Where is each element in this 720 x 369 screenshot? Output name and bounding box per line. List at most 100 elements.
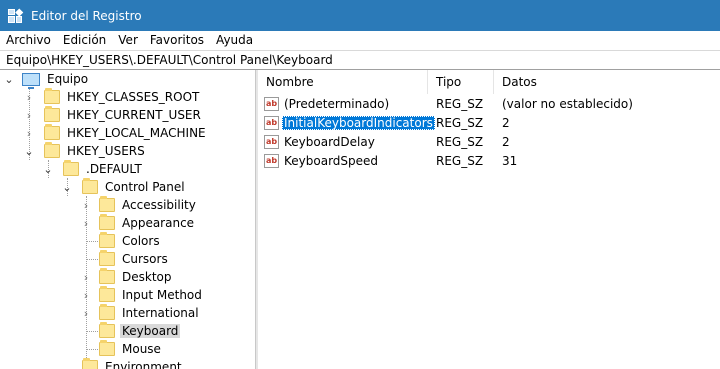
string-value-icon: ab [264,96,279,111]
tree-node-cursors[interactable]: Cursors [79,250,170,268]
value-type: REG_SZ [436,96,484,111]
tree-label: Environment [105,360,182,369]
tree-label: International [122,306,199,320]
tree-node-default[interactable]: ⌄ .DEFAULT [41,160,144,178]
menu-favoritos[interactable]: Favoritos [144,32,210,49]
menu-ayuda[interactable]: Ayuda [210,32,259,49]
tree-label: Colors [122,234,160,248]
column-header-label: Nombre [266,75,314,89]
value-name: KeyboardSpeed [284,153,379,168]
chevron-down-icon[interactable]: ⌄ [62,178,72,196]
folder-icon [82,358,98,369]
tree-label: HKEY_LOCAL_MACHINE [67,126,206,140]
tree-node-desktop[interactable]: › Desktop [79,268,174,286]
tree-label: Appearance [122,216,195,230]
tree-node-hkey-local-machine[interactable]: › HKEY_LOCAL_MACHINE [22,124,208,142]
tree-label: Desktop [122,270,172,284]
column-header-type[interactable]: Tipo [428,70,494,94]
column-header-name[interactable]: Nombre [258,70,428,94]
tree-node-equipo[interactable]: ⌄ Equipo [0,70,90,89]
folder-icon [99,214,115,230]
value-name: KeyboardDelay [284,134,375,149]
tree-node-hkey-users[interactable]: ⌄ HKEY_USERS [22,142,147,160]
value-data: 31 [502,153,518,168]
value-data: (valor no establecido) [502,96,633,111]
tree-label: HKEY_CURRENT_USER [67,108,201,122]
chevron-down-icon[interactable]: ⌄ [24,142,34,160]
folder-icon [44,124,60,140]
tree-label: Equipo [47,72,89,86]
value-name: (Predeterminado) [284,96,390,111]
column-header-label: Tipo [436,75,462,89]
chevron-right-icon[interactable]: › [81,196,91,214]
value-type: REG_SZ [436,134,484,149]
tree-node-control-panel[interactable]: ⌄ Control Panel [60,178,187,196]
folder-icon [99,196,115,212]
value-row[interactable]: ab (Predeterminado) REG_SZ (valor no est… [258,94,720,113]
title-bar: Editor del Registro [0,0,720,31]
folder-icon [99,268,115,284]
chevron-right-icon[interactable]: › [24,88,34,106]
tree-label: .DEFAULT [86,162,142,176]
tree-node-international[interactable]: › International [79,304,201,322]
tree-node-hkey-classes-root[interactable]: › HKEY_CLASSES_ROOT [22,88,201,106]
address-bar[interactable]: Equipo\HKEY_USERS\.DEFAULT\Control Panel… [0,50,720,70]
chevron-down-icon[interactable]: ⌄ [4,70,14,88]
chevron-right-icon[interactable]: › [24,106,34,124]
value-data: 2 [502,115,510,130]
tree-node-mouse[interactable]: Mouse [79,340,163,358]
tree-label: Input Method [122,288,202,302]
registry-editor-icon [8,8,23,23]
value-row-selected[interactable]: ab InitialKeyboardIndicators REG_SZ 2 [258,113,720,132]
string-value-icon: ab [264,134,279,149]
folder-icon [44,106,60,122]
value-data: 2 [502,134,510,149]
folder-icon [99,232,115,248]
string-value-icon: ab [264,115,279,130]
folder-icon [82,178,98,194]
folder-icon [99,340,115,356]
menu-archivo[interactable]: Archivo [0,32,57,49]
menu-bar: Archivo Edición Ver Favoritos Ayuda [0,31,720,50]
tree-node-accessibility[interactable]: › Accessibility [79,196,198,214]
tree-node-hkey-current-user[interactable]: › HKEY_CURRENT_USER [22,106,203,124]
tree-node-appearance[interactable]: › Appearance [79,214,196,232]
menu-ver[interactable]: Ver [112,32,144,49]
registry-tree[interactable]: ⌄ Equipo › HKEY_CLASSES_ROOT › HKEY_CURR… [0,70,255,369]
tree-label: HKEY_USERS [67,144,145,158]
folder-icon [44,88,60,104]
folder-icon [63,160,79,176]
folder-icon [99,304,115,320]
value-name: InitialKeyboardIndicators [282,115,435,130]
value-row[interactable]: ab KeyboardSpeed REG_SZ 31 [258,151,720,170]
column-header-label: Datos [502,75,537,89]
tree-node-input-method[interactable]: › Input Method [79,286,204,304]
chevron-right-icon[interactable]: › [24,124,34,142]
column-header-data[interactable]: Datos [494,70,720,94]
computer-icon [22,72,40,89]
values-list[interactable]: Nombre Tipo Datos ab (Predeterminado) RE… [258,70,720,369]
tree-label-selected: Keyboard [120,324,181,338]
tree-label: Mouse [122,342,161,356]
tree-label: Accessibility [122,198,196,212]
value-row[interactable]: ab KeyboardDelay REG_SZ 2 [258,132,720,151]
folder-icon [99,286,115,302]
address-path[interactable]: Equipo\HKEY_USERS\.DEFAULT\Control Panel… [6,53,333,67]
chevron-right-icon[interactable]: › [81,286,91,304]
tree-node-keyboard[interactable]: Keyboard [79,322,181,340]
chevron-down-icon[interactable]: ⌄ [43,160,53,178]
window-title: Editor del Registro [31,8,142,23]
chevron-right-icon[interactable]: › [81,304,91,322]
folder-icon [99,250,115,266]
menu-edicion[interactable]: Edición [57,32,112,49]
string-value-icon: ab [264,153,279,168]
tree-node-colors[interactable]: Colors [79,232,162,250]
tree-label: Control Panel [105,180,185,194]
chevron-right-icon[interactable]: › [81,214,91,232]
folder-icon [44,142,60,158]
value-type: REG_SZ [436,115,484,130]
chevron-right-icon[interactable]: › [81,268,91,286]
tree-node-environment[interactable]: Environment [60,358,184,369]
tree-label: HKEY_CLASSES_ROOT [67,90,200,104]
value-type: REG_SZ [436,153,484,168]
